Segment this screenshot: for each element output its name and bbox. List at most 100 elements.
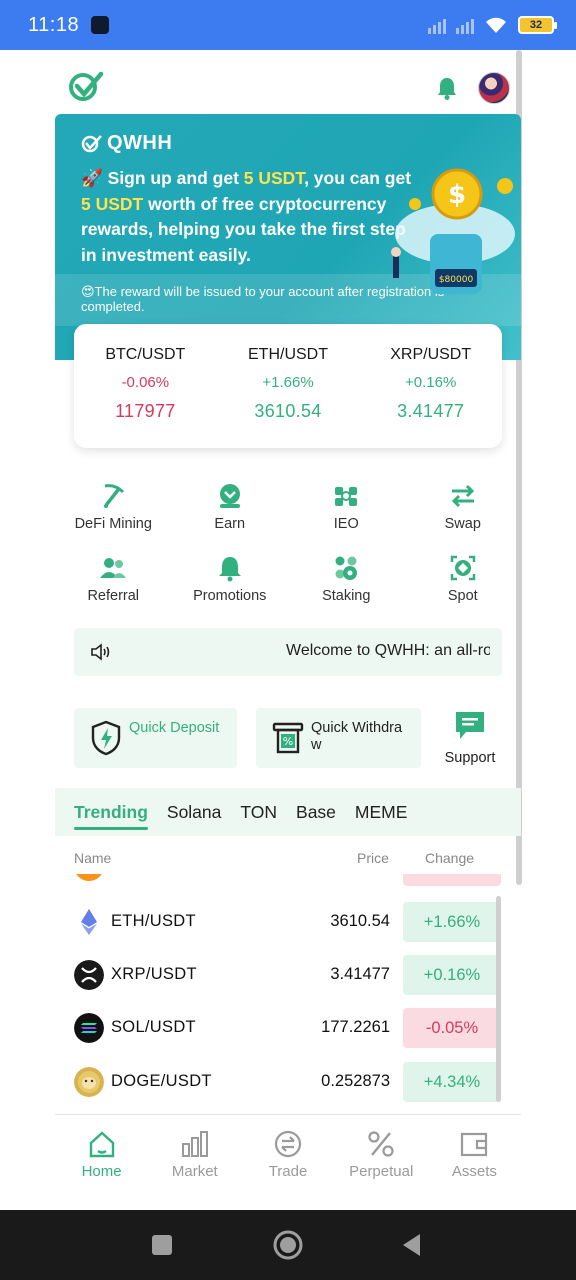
- ticker-price: 117977: [115, 401, 176, 421]
- table-row[interactable]: XRP/USDT 3.41477 +0.16%: [55, 953, 521, 997]
- recent-apps-icon[interactable]: [148, 1231, 176, 1259]
- nav-perpetual[interactable]: Perpetual: [335, 1115, 428, 1210]
- market-price: 177.2261: [321, 1018, 390, 1036]
- change-badge[interactable]: +1.66%: [403, 902, 501, 942]
- ticker-change: +1.66%: [262, 374, 314, 391]
- announcement-bar[interactable]: Welcome to QWHH: an all-ro: [74, 628, 502, 676]
- xrp-icon: [74, 960, 104, 990]
- market-list[interactable]: ETH/USDT 3610.54 +1.66% XRP/USDT 3.41477…: [55, 874, 521, 1116]
- ticker-xrp[interactable]: XRP/USDT +0.16% 3.41477: [359, 324, 502, 448]
- table-row[interactable]: DOGE/USDT 0.252873 +4.34%: [55, 1060, 521, 1104]
- status-time: 11:18: [28, 13, 80, 36]
- ticker-pair: ETH/USDT: [248, 346, 328, 363]
- wifi-icon: [486, 17, 506, 33]
- pickaxe-icon: [104, 484, 125, 508]
- market-pair: DOGE/USDT: [111, 1072, 212, 1090]
- menu-label: Referral: [87, 588, 140, 604]
- shield-icon: [91, 720, 121, 756]
- nav-home[interactable]: Home: [55, 1115, 148, 1210]
- menu-staking[interactable]: Staking: [288, 554, 405, 608]
- nav-trade[interactable]: Trade: [241, 1115, 334, 1210]
- market-price: 3.41477: [330, 965, 390, 983]
- tab-base[interactable]: Base: [296, 788, 336, 836]
- change-badge: [403, 874, 501, 886]
- quick-menu: DeFi Mining Earn IEO Swap Referral Promo…: [55, 482, 521, 608]
- menu-label: Staking: [322, 588, 371, 604]
- home-icon: [89, 1131, 114, 1158]
- withdraw-icon: %: [272, 722, 304, 754]
- menu-defi-mining[interactable]: DeFi Mining: [55, 482, 172, 536]
- battery-icon: 32: [518, 16, 557, 34]
- quick-withdraw-button[interactable]: % Quick Withdraw: [256, 708, 421, 768]
- nav-label: Perpetual: [349, 1163, 414, 1180]
- table-row[interactable]: ETH/USDT 3610.54 +1.66%: [55, 900, 521, 944]
- home-button-icon[interactable]: [272, 1229, 304, 1261]
- menu-ieo[interactable]: IEO: [288, 482, 405, 536]
- bell-icon: [218, 557, 241, 582]
- svg-text:%: %: [283, 735, 293, 748]
- staking-icon: [335, 556, 358, 580]
- market-icon: [181, 1131, 208, 1157]
- nav-label: Assets: [451, 1163, 497, 1180]
- referral-icon: [100, 558, 127, 578]
- svg-text:$: $: [448, 180, 466, 210]
- coin-illustration-icon: $80000 $: [391, 168, 515, 294]
- menu-label: Spot: [447, 588, 478, 604]
- banner-highlight-2: 5 USDT: [81, 193, 144, 214]
- ticker-btc[interactable]: BTC/USDT -0.06% 117977: [74, 324, 217, 448]
- market-pair: ETH/USDT: [111, 912, 196, 930]
- nav-label: Trade: [268, 1163, 308, 1180]
- ticker-change: -0.06%: [121, 374, 170, 391]
- menu-swap[interactable]: Swap: [405, 482, 522, 536]
- ticker-price: 3610.54: [254, 401, 322, 421]
- ticker-price: 3.41477: [397, 401, 465, 421]
- back-icon[interactable]: [398, 1231, 426, 1259]
- tab-trending[interactable]: Trending: [74, 788, 148, 836]
- column-header-change: Change: [425, 850, 475, 866]
- banner-brand: QWHH: [81, 132, 172, 155]
- status-icons: 32: [428, 16, 557, 34]
- ticker-eth[interactable]: ETH/USDT +1.66% 3610.54: [217, 324, 360, 448]
- banner-headline: 🚀 Sign up and get 5 USDT, you can get 5 …: [81, 166, 421, 268]
- banner-text-1: 🚀 Sign up and get: [81, 168, 244, 188]
- table-row[interactable]: SOL/USDT 177.2261 -0.05%: [55, 1006, 521, 1050]
- user-avatar[interactable]: [478, 72, 510, 104]
- support-button[interactable]: Support: [438, 710, 502, 766]
- menu-label: IEO: [333, 516, 359, 532]
- tab-solana[interactable]: Solana: [167, 788, 222, 836]
- market-pair: XRP/USDT: [111, 965, 197, 983]
- notification-icon: [91, 16, 110, 34]
- sol-icon: [74, 1013, 104, 1043]
- eth-icon: [81, 909, 97, 935]
- nav-assets[interactable]: Assets: [428, 1115, 521, 1210]
- notification-bell-icon[interactable]: [436, 76, 458, 100]
- market-price: 3610.54: [330, 912, 390, 930]
- table-row-partial[interactable]: [55, 874, 521, 888]
- assets-icon: [461, 1132, 488, 1157]
- banner-logo-icon: [81, 134, 102, 152]
- change-badge[interactable]: +4.34%: [403, 1062, 501, 1102]
- ieo-icon: [335, 487, 358, 506]
- system-nav-bar: [0, 1210, 576, 1280]
- change-badge[interactable]: -0.05%: [403, 1008, 501, 1048]
- menu-label: Promotions: [193, 588, 267, 604]
- quick-deposit-button[interactable]: Quick Deposit: [74, 708, 237, 768]
- change-badge[interactable]: +0.16%: [403, 955, 501, 995]
- ticker-change: +0.16%: [405, 374, 457, 391]
- app-screen: QWHH 🚀 Sign up and get 5 USDT, you can g…: [0, 50, 576, 1210]
- menu-earn[interactable]: Earn: [172, 482, 289, 536]
- tab-ton[interactable]: TON: [240, 788, 277, 836]
- doge-icon: [74, 1067, 104, 1097]
- speaker-icon: [91, 643, 110, 661]
- ticker-pair: BTC/USDT: [105, 346, 186, 363]
- tab-meme[interactable]: MEME: [355, 788, 408, 836]
- app-logo-icon[interactable]: [68, 70, 104, 104]
- nav-market[interactable]: Market: [148, 1115, 241, 1210]
- list-scrollbar[interactable]: [496, 896, 501, 1102]
- btc-icon: [74, 874, 104, 881]
- menu-referral[interactable]: Referral: [55, 554, 172, 608]
- market-price: 0.252873: [321, 1072, 390, 1090]
- swap-icon: [451, 484, 474, 508]
- menu-spot[interactable]: Spot: [405, 554, 522, 608]
- menu-promotions[interactable]: Promotions: [172, 554, 289, 608]
